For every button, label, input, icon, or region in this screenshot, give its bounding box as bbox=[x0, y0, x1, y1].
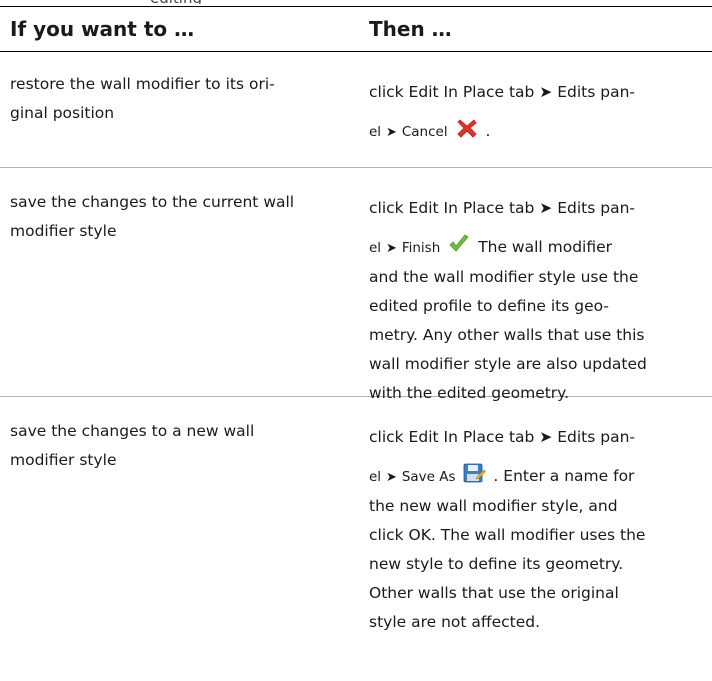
row-action: click Edit In Place tab ➤ Edits pan- el … bbox=[369, 78, 709, 147]
ui-command-finish: Finish bbox=[401, 240, 441, 256]
row-condition: save the changes to the current wall mod… bbox=[10, 188, 310, 246]
table-row: save the changes to a new wall modifier … bbox=[0, 397, 712, 681]
table-header: If you want to … Then … bbox=[0, 6, 712, 52]
row-action: click Edit In Place tab ➤ Edits pan- el … bbox=[369, 194, 709, 408]
text-line: el ➤ Finish The wall modifier bbox=[369, 232, 709, 263]
ui-command-cancel: Cancel bbox=[401, 124, 448, 140]
text-fragment: . Enter a name for bbox=[493, 467, 635, 485]
text-line: Other walls that use the original bbox=[369, 584, 619, 602]
row-condition: restore the wall modifier to its ori- gi… bbox=[10, 70, 310, 128]
text-fragment: . bbox=[485, 122, 491, 140]
text-line: el ➤ Cancel . bbox=[369, 116, 709, 147]
checkmark-icon bbox=[449, 234, 469, 252]
save-as-icon bbox=[464, 463, 487, 483]
header-col1: If you want to … bbox=[10, 17, 195, 41]
text-line: ginal position bbox=[10, 104, 115, 122]
text-line: new style to define its geometry. bbox=[369, 555, 624, 573]
text-line: click Edit In Place tab ➤ Edits pan- bbox=[369, 199, 635, 217]
clipped-previous-text: editing bbox=[0, 0, 712, 4]
arrow-glyph: ➤ bbox=[386, 470, 397, 485]
arrow-glyph: ➤ bbox=[386, 241, 397, 256]
text-line: modifier style bbox=[10, 451, 117, 469]
text-line: save the changes to a new wall bbox=[10, 422, 255, 440]
arrow-glyph: ➤ bbox=[386, 125, 397, 140]
row-action: click Edit In Place tab ➤ Edits pan- el … bbox=[369, 423, 709, 637]
text-line: click Edit In Place tab ➤ Edits pan- bbox=[369, 428, 635, 446]
text-line: modifier style bbox=[10, 222, 117, 240]
text-line: edited profile to define its geo- bbox=[369, 297, 609, 315]
text-line: click OK. The wall modifier uses the bbox=[369, 526, 646, 544]
row-condition: save the changes to a new wall modifier … bbox=[10, 417, 310, 475]
text-line: metry. Any other walls that use this bbox=[369, 326, 645, 344]
cancel-x-icon bbox=[456, 119, 477, 138]
text-line: wall modifier style are also updated bbox=[369, 355, 647, 373]
table-row: save the changes to the current wall mod… bbox=[0, 168, 712, 402]
table-row: restore the wall modifier to its ori- gi… bbox=[0, 52, 712, 168]
text-fragment: The wall modifier bbox=[478, 238, 613, 256]
header-col2: Then … bbox=[369, 17, 452, 41]
text-line: restore the wall modifier to its ori- bbox=[10, 75, 275, 93]
text-line: save the changes to the current wall bbox=[10, 193, 295, 211]
text-line: the new wall modifier style, and bbox=[369, 497, 618, 515]
text-line: click Edit In Place tab ➤ Edits pan- bbox=[369, 83, 635, 101]
ui-command-save-as: Save As bbox=[401, 469, 456, 485]
text-line: and the wall modifier style use the bbox=[369, 268, 639, 286]
text-line: style are not affected. bbox=[369, 613, 541, 631]
text-line: el ➤ Save As . Enter a name for bbox=[369, 461, 709, 492]
text-fragment: el bbox=[369, 240, 382, 256]
text-fragment: el bbox=[369, 469, 382, 485]
text-fragment: el bbox=[369, 124, 382, 140]
